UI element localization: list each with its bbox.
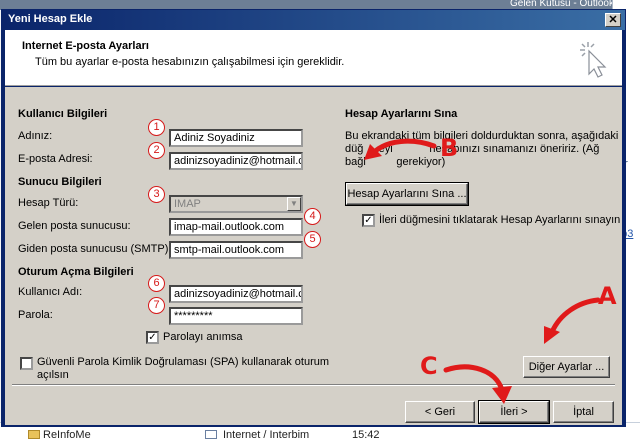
header-title: Internet E-posta Ayarları — [22, 40, 149, 52]
cursor-click-icon — [580, 42, 607, 78]
name-field[interactable]: Adiniz Soyadiniz — [169, 129, 303, 147]
folder-label: ReInfoMe — [43, 429, 91, 441]
folder-icon — [28, 430, 40, 439]
mail-time: 15:42 — [352, 429, 380, 441]
account-type-label: Hesap Türü: — [18, 197, 79, 209]
footer-divider — [12, 384, 615, 386]
annotation-letter-b: B — [440, 134, 459, 162]
name-label: Adınız: — [18, 130, 53, 142]
password-label: Parola: — [18, 309, 53, 321]
mail-item[interactable]: Internet / Interbim — [205, 429, 309, 441]
annotation-number-5: 5 — [304, 231, 321, 248]
annotation-arrow-a-icon — [544, 297, 601, 344]
annotation-number-3: 3 — [148, 186, 165, 203]
annotation-number-4: 4 — [304, 208, 321, 225]
spa-checkbox[interactable] — [20, 357, 33, 370]
mail-sender: Internet / Interbim — [223, 429, 310, 441]
dialog-body: Kullanıcı Bilgileri Adınız: Adiniz Soyad… — [5, 87, 622, 425]
dialog-title: Yeni Hesap Ekle — [8, 13, 93, 25]
incoming-server-label: Gelen posta sunucusu: — [18, 220, 131, 232]
dialog-titlebar: Yeni Hesap Ekle — [2, 10, 625, 30]
more-settings-button[interactable]: Diğer Ayarlar ... — [523, 356, 610, 378]
server-info-heading: Sunucu Bilgileri — [18, 176, 102, 188]
password-field[interactable]: ********* — [169, 307, 303, 325]
envelope-icon — [205, 430, 217, 439]
remember-password-checkbox[interactable]: ✓ — [146, 331, 159, 344]
spa-label-line2: açılsın — [37, 369, 69, 381]
chevron-down-icon: ▼ — [287, 197, 301, 211]
user-info-heading: Kullanıcı Bilgileri — [18, 108, 108, 120]
annotation-number-7: 7 — [148, 297, 165, 314]
close-button[interactable]: ✕ — [605, 13, 621, 27]
dialog-header: Internet E-posta Ayarları Tüm bu ayarlar… — [5, 30, 622, 86]
outgoing-server-label: Giden posta sunucusu (SMTP): — [18, 243, 172, 255]
outlook-title: Gelen Kutusu - Outlook — [510, 0, 614, 9]
account-type-value: IMAP — [174, 198, 201, 210]
annotation-number-2: 2 — [148, 142, 165, 159]
header-subtitle: Tüm bu ayarlar e-posta hesabınızın çalış… — [35, 56, 345, 68]
cancel-button[interactable]: İptal — [553, 401, 614, 423]
auto-test-checkbox[interactable]: ✓ — [362, 214, 375, 227]
annotation-letter-c: C — [420, 352, 438, 380]
remember-password-label: Parolayı anımsa — [163, 331, 243, 343]
email-field[interactable]: adinizsoyadiniz@hotmail.com — [169, 152, 303, 170]
test-settings-heading: Hesap Ayarlarını Sına — [345, 108, 458, 120]
username-label: Kullanıcı Adı: — [18, 286, 83, 298]
annotation-arrow-b-icon — [364, 138, 437, 160]
annotation-arrow-c-icon — [443, 364, 512, 404]
folder-item[interactable]: ReInfoMe — [28, 429, 91, 441]
account-type-select: IMAP ▼ — [169, 195, 303, 213]
annotation-number-6: 6 — [148, 275, 165, 292]
username-field[interactable]: adinizsoyadiniz@hotmail.com — [169, 285, 303, 303]
spa-label-line1: Güvenli Parola Kimlik Doğrulaması (SPA) … — [37, 356, 330, 368]
annotation-number-1: 1 — [148, 119, 165, 136]
auto-test-label: İleri düğmesini tıklatarak Hesap Ayarlar… — [379, 214, 621, 226]
incoming-server-field[interactable]: imap-mail.outlook.com — [169, 218, 303, 236]
outgoing-server-field[interactable]: smtp-mail.outlook.com — [169, 241, 303, 259]
email-label: E-posta Adresi: — [18, 153, 93, 165]
test-account-settings-button[interactable]: Hesap Ayarlarını Sına ... — [345, 182, 469, 206]
login-info-heading: Oturum Açma Bilgileri — [18, 266, 134, 278]
